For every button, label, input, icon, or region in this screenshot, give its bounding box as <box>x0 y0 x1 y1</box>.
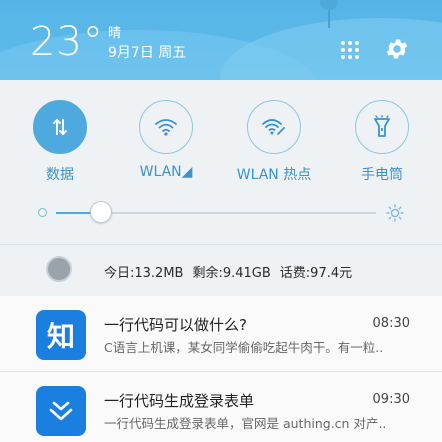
toggle-wlan-hotspot[interactable]: WLAN 热点 <box>234 100 314 184</box>
notification-header: 23° 晴 9月7日 周五 <box>0 0 442 80</box>
weather-condition: 晴 <box>108 26 122 41</box>
gear-icon[interactable] <box>384 36 410 62</box>
notification-body: 一行代码生成登录表单，官网是 authing.cn 对产.. <box>104 416 387 431</box>
wifi-hotspot-icon <box>262 119 285 135</box>
data-transfer-icon <box>53 118 67 136</box>
notification-body: C语言上机课，某女同学偷偷吃起牛肉干。有一粒.. <box>104 340 384 355</box>
brightness-slider-row <box>0 196 442 230</box>
brightness-slider-thumb[interactable] <box>89 201 112 223</box>
toggle-wlan-hotspot-circle[interactable] <box>247 100 301 154</box>
toggle-wlan-circle[interactable] <box>139 100 193 154</box>
divider <box>0 244 442 245</box>
notification-title: 一行代码生成登录表单 <box>104 392 255 410</box>
download-app-icon <box>36 386 86 436</box>
notification-item[interactable]: 一行代码生成登录表单 09:30 一行代码生成登录表单，官网是 authing.… <box>0 372 442 442</box>
toggle-flashlight[interactable]: 手电筒 <box>342 100 422 184</box>
toggle-data-circle[interactable] <box>33 100 87 154</box>
brightness-high-icon <box>386 204 404 222</box>
toggle-wlan-hotspot-label: WLAN 热点 <box>236 167 312 183</box>
tree-decoration <box>320 0 338 10</box>
zhihu-app-icon: 知 <box>36 310 86 360</box>
app-grid-icon[interactable] <box>340 40 360 60</box>
flashlight-icon <box>374 115 390 137</box>
toggle-wlan-label: WLAN◢ <box>139 164 193 180</box>
brightness-low-icon <box>38 208 47 217</box>
toggle-flashlight-circle[interactable] <box>355 100 409 154</box>
temperature: 23° <box>30 19 104 65</box>
data-usage-icon <box>46 256 72 282</box>
data-usage-row[interactable]: 今日:13.2MB 剩余:9.41GB 话费:97.4元 <box>0 246 442 294</box>
notification-time: 09:30 <box>372 392 410 407</box>
toggle-flashlight-label: 手电筒 <box>361 167 403 183</box>
phone-balance: 话费:97.4元 <box>279 266 353 281</box>
notification-time: 08:30 <box>372 316 410 331</box>
data-usage-text: 今日:13.2MB 剩余:9.41GB 话费:97.4元 <box>104 262 361 281</box>
usage-today: 今日:13.2MB <box>104 266 184 281</box>
notification-item[interactable]: 知 一行代码可以做什么? 08:30 C语言上机课，某女同学偷偷吃起牛肉干。有一… <box>0 296 442 372</box>
wifi-icon <box>155 119 177 136</box>
notification-title: 一行代码可以做什么? <box>104 316 247 334</box>
toggle-data-label: 数据 <box>46 167 74 183</box>
date-label: 9月7日 周五 <box>108 45 187 61</box>
double-chevron-down-icon <box>49 401 73 421</box>
toggle-data[interactable]: 数据 <box>20 100 100 184</box>
usage-remaining: 剩余:9.41GB <box>192 266 271 281</box>
quick-settings-panel: 数据 WLAN◢ WLAN 热点 手电筒 今日:13.2MB 剩余:9.41GB… <box>0 80 442 296</box>
toggle-wlan[interactable]: WLAN◢ <box>126 100 206 180</box>
